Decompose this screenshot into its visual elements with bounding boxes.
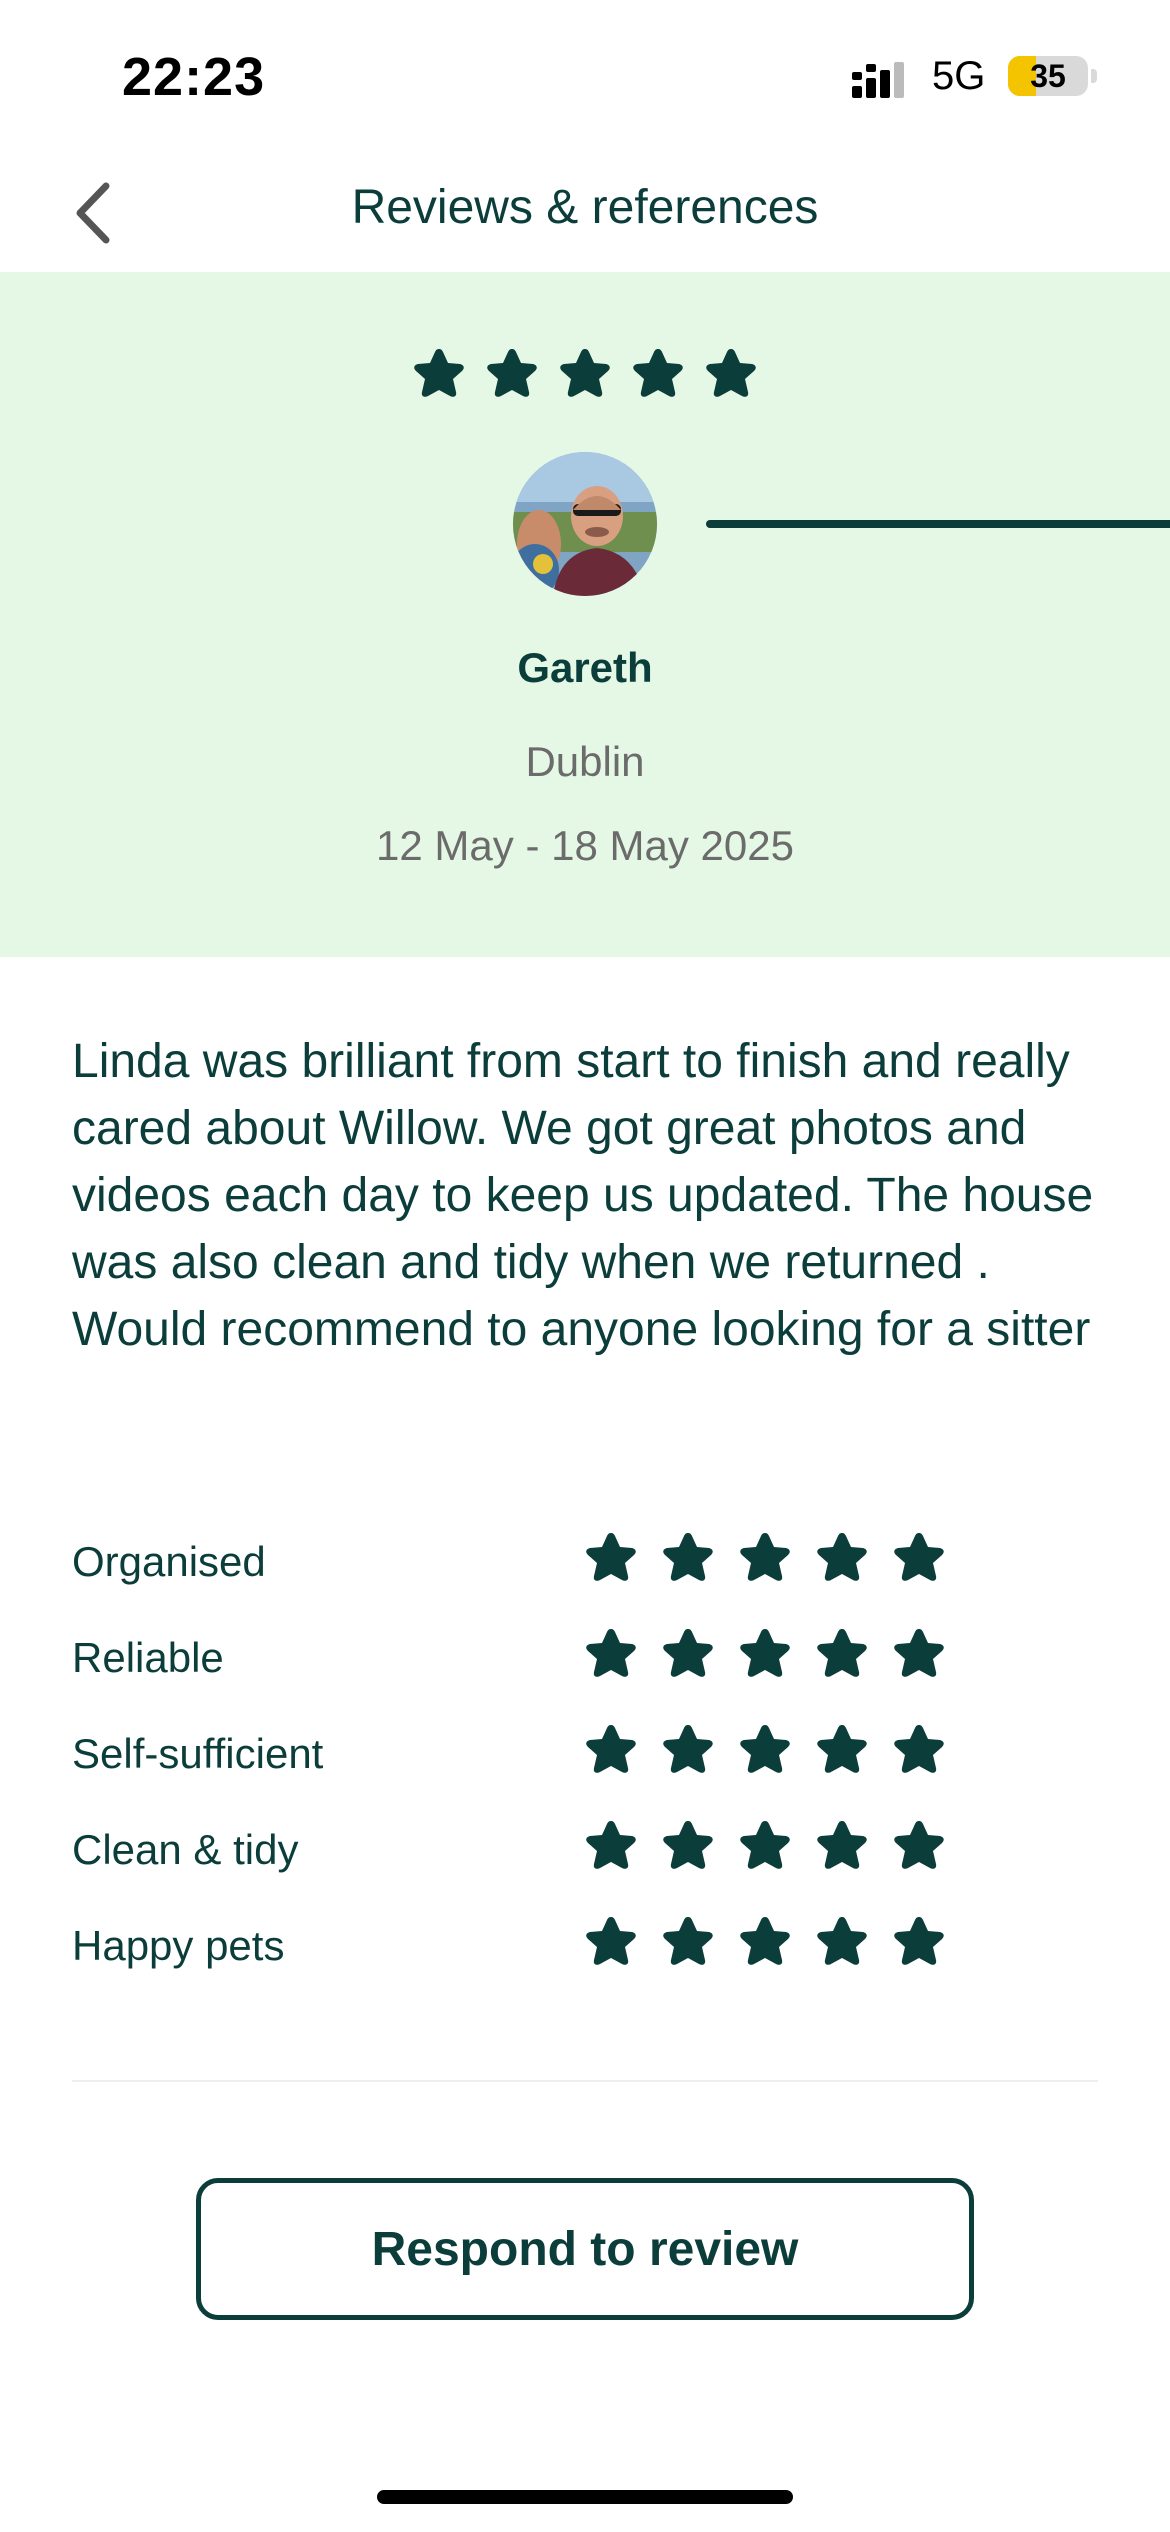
- rating-breakdown: Organised Reliable Self-sufficient Clean & …: [72, 1528, 1112, 2008]
- star-icon: [586, 1629, 636, 1677]
- rating-row: Self-sufficient: [72, 1720, 1112, 1816]
- rating-stars: [582, 1528, 948, 1588]
- star-icon: [663, 1629, 713, 1677]
- rating-row: Organised: [72, 1528, 1112, 1624]
- rating-label: Organised: [72, 1538, 266, 1585]
- star-icon: [817, 1725, 867, 1773]
- rating-row: Reliable: [72, 1624, 1112, 1720]
- star-icon: [663, 1821, 713, 1869]
- review-detail-screen: 22:23 5G 35 Reviews & references Gareth …: [0, 0, 1170, 2532]
- rating-stars: [582, 1912, 948, 1972]
- avatar-photo: [513, 452, 657, 596]
- star-icon: [740, 1917, 790, 1965]
- star-icon: [586, 1725, 636, 1773]
- star-icon: [586, 1821, 636, 1869]
- rating-row: Happy pets: [72, 1912, 1112, 2008]
- star-icon: [740, 1725, 790, 1773]
- reviewer-name[interactable]: Gareth: [0, 644, 1170, 692]
- review-summary-card: Gareth Dublin 12 May - 18 May 2025: [0, 272, 1170, 957]
- battery-terminal: [1091, 69, 1097, 83]
- divider: [72, 2080, 1098, 2082]
- star-icon: [817, 1821, 867, 1869]
- respond-to-review-button[interactable]: Respond to review: [196, 2178, 974, 2320]
- page-title: Reviews & references: [351, 181, 819, 234]
- network-type: 5G: [932, 54, 986, 98]
- star-icon: [740, 1533, 790, 1581]
- star-icon: [560, 349, 610, 397]
- star-icon: [663, 1533, 713, 1581]
- stay-dates: 12 May - 18 May 2025: [376, 822, 794, 869]
- star-icon: [586, 1917, 636, 1965]
- rating-label: Happy pets: [72, 1922, 285, 1969]
- star-icon: [894, 1629, 944, 1677]
- star-icon: [706, 349, 756, 397]
- star-icon: [487, 349, 537, 397]
- star-icon: [586, 1533, 636, 1581]
- review-body: Linda was brilliant from start to finish…: [72, 1035, 1094, 1356]
- rating-stars: [582, 1816, 948, 1876]
- status-bar: 22:23 5G 35: [0, 0, 1170, 150]
- cellular-signal-icon: [852, 62, 904, 98]
- rating-stars: [582, 1624, 948, 1684]
- star-icon: [740, 1821, 790, 1869]
- star-icon: [894, 1821, 944, 1869]
- rating-label: Reliable: [72, 1634, 224, 1681]
- star-icon: [894, 1917, 944, 1965]
- star-icon: [817, 1629, 867, 1677]
- rating-stars: [582, 1720, 948, 1780]
- nav-header: Reviews & references: [0, 150, 1170, 272]
- battery-percent: 35: [1030, 58, 1066, 94]
- overall-rating-stars: [410, 344, 760, 404]
- star-icon: [633, 349, 683, 397]
- avatar[interactable]: [513, 452, 657, 596]
- battery-icon: 35: [1008, 56, 1088, 96]
- star-icon: [740, 1629, 790, 1677]
- rating-label: Self-sufficient: [72, 1730, 324, 1777]
- star-icon: [663, 1725, 713, 1773]
- star-icon: [894, 1725, 944, 1773]
- star-icon: [817, 1533, 867, 1581]
- home-indicator[interactable]: [377, 2490, 793, 2504]
- reviewer-location: Dublin: [525, 738, 645, 785]
- status-time: 22:23: [122, 47, 266, 107]
- star-icon: [414, 349, 464, 397]
- star-icon: [894, 1533, 944, 1581]
- star-icon: [663, 1917, 713, 1965]
- rating-row: Clean & tidy: [72, 1816, 1112, 1912]
- rating-label: Clean & tidy: [72, 1826, 299, 1873]
- star-icon: [817, 1917, 867, 1965]
- hero-divider-line: [706, 520, 1170, 528]
